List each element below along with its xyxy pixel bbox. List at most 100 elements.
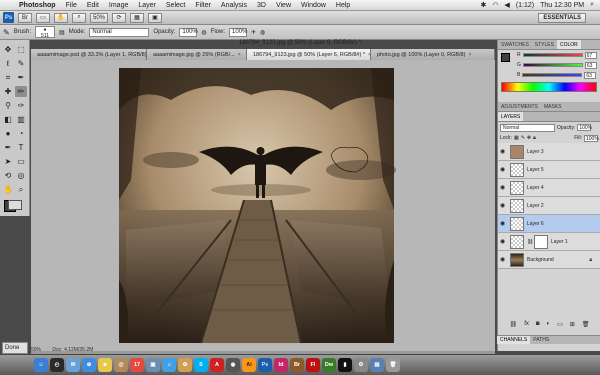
bridge-icon[interactable]: Br bbox=[290, 358, 304, 372]
layer-row[interactable]: ◉ Layer 2 bbox=[498, 197, 600, 215]
bluetooth-icon[interactable]: ✱ bbox=[480, 1, 486, 9]
layer-style-icon[interactable]: fx bbox=[524, 321, 529, 327]
layer-row[interactable]: ◉ Background 🔒︎ bbox=[498, 251, 600, 269]
status-zoom[interactable]: 50% bbox=[31, 347, 41, 353]
tab-masks[interactable]: MASKS bbox=[541, 102, 565, 111]
marquee-tool-icon[interactable]: ⬚ bbox=[15, 44, 27, 55]
ical-icon[interactable]: 17 bbox=[130, 358, 144, 372]
new-group-icon[interactable]: ▭ bbox=[557, 321, 563, 328]
eyedropper-tool-icon[interactable]: ✒ bbox=[15, 72, 27, 83]
zoom-level-select[interactable]: 50% bbox=[90, 12, 109, 23]
photoshop-dock-icon[interactable]: Ps bbox=[258, 358, 272, 372]
close-tab-icon[interactable]: × bbox=[468, 52, 471, 58]
preview-icon[interactable]: ▣ bbox=[146, 358, 160, 372]
menu-filter[interactable]: Filter bbox=[190, 2, 216, 9]
system-preferences-icon[interactable]: ⚙ bbox=[354, 358, 368, 372]
layer-opacity-input[interactable]: 100% bbox=[577, 124, 592, 131]
flow-input[interactable]: 100% bbox=[229, 27, 247, 37]
layer-row-selected[interactable]: ◉ Layer 6 bbox=[498, 215, 600, 233]
color-slider-g[interactable]: G 63 bbox=[514, 60, 600, 70]
shape-tool-icon[interactable]: ▭ bbox=[15, 156, 27, 167]
menu-window[interactable]: Window bbox=[296, 2, 331, 9]
menu-analysis[interactable]: Analysis bbox=[216, 2, 252, 9]
history-brush-tool-icon[interactable]: ✑ bbox=[15, 100, 27, 111]
dreamweaver-icon[interactable]: Dw bbox=[322, 358, 336, 372]
menubar-clock[interactable]: Thu 12:30 PM bbox=[540, 2, 584, 9]
lock-transparency-icon[interactable]: ▦ bbox=[514, 135, 519, 141]
applications-folder-icon[interactable]: ▤ bbox=[370, 358, 384, 372]
pen-tool-icon[interactable]: ✒ bbox=[2, 142, 14, 153]
link-layers-icon[interactable]: ⛓ bbox=[510, 321, 518, 328]
trash-icon[interactable]: 🗑︎ bbox=[386, 358, 400, 372]
ichat-icon[interactable]: ☻ bbox=[98, 358, 112, 372]
clone-stamp-tool-icon[interactable]: ⚲ bbox=[2, 100, 14, 111]
menu-help[interactable]: Help bbox=[331, 2, 355, 9]
indesign-icon[interactable]: Id bbox=[274, 358, 288, 372]
skype-icon[interactable]: S bbox=[194, 358, 208, 372]
screen-mode-button[interactable]: ▣ bbox=[148, 12, 163, 23]
tab-document-3[interactable]: 186794_9123.jpg @ 50% (Layer 6, RGB/8#) … bbox=[247, 49, 371, 60]
eraser-tool-icon[interactable]: ◧ bbox=[2, 114, 14, 125]
close-tab-icon[interactable]: × bbox=[238, 52, 241, 58]
path-select-tool-icon[interactable]: ➤ bbox=[2, 156, 14, 167]
lasso-tool-icon[interactable]: ℓ bbox=[2, 58, 14, 69]
tab-document-1[interactable]: aaaamimage.psd @ 33.3% (Layer 1, RGB/8)× bbox=[31, 49, 147, 60]
blend-mode-select[interactable]: Normal bbox=[500, 123, 555, 132]
mail-icon[interactable]: ✉ bbox=[66, 358, 80, 372]
color-slider-r[interactable]: R 67 bbox=[514, 50, 600, 60]
tab-document-2[interactable]: aaaamimage.jpg @ 25% (RGB/... × bbox=[147, 49, 247, 60]
layer-mask-thumbnail[interactable] bbox=[534, 234, 548, 249]
photo-booth-icon[interactable]: ◉ bbox=[226, 358, 240, 372]
delete-layer-icon[interactable]: 🗑︎ bbox=[582, 321, 590, 328]
finder-icon[interactable]: ☺ bbox=[34, 358, 48, 372]
lock-all-icon[interactable]: 🔒︎ bbox=[533, 135, 536, 141]
spotlight-icon[interactable]: ⌕ bbox=[590, 1, 594, 9]
iphoto-icon[interactable]: ✿ bbox=[178, 358, 192, 372]
adjustment-layer-icon[interactable]: ◐ bbox=[546, 321, 550, 327]
layer-row[interactable]: ◉ Layer 3 bbox=[498, 143, 600, 161]
visibility-eye-icon[interactable]: ◉ bbox=[500, 256, 507, 263]
layer-row[interactable]: ◉ ⛓ Layer 1 bbox=[498, 233, 600, 251]
tab-color[interactable]: COLOR bbox=[556, 40, 581, 49]
g-slider-track[interactable] bbox=[522, 63, 583, 67]
add-mask-icon[interactable]: ◙ bbox=[536, 321, 540, 327]
mode-select[interactable]: Normal bbox=[89, 27, 150, 37]
hand-tool-button[interactable]: ✋ bbox=[54, 12, 68, 23]
dodge-tool-icon[interactable]: ◔ bbox=[15, 128, 27, 139]
airbrush-icon[interactable]: ✈ bbox=[251, 29, 256, 36]
menu-app-name[interactable]: Photoshop bbox=[14, 2, 61, 9]
brush-tool-icon[interactable]: ✏ bbox=[15, 86, 27, 97]
hand-tool-icon[interactable]: ✋ bbox=[2, 184, 14, 195]
b-value[interactable]: 63 bbox=[584, 71, 597, 79]
zoom-tool-button[interactable]: ⌕ bbox=[72, 12, 86, 23]
wifi-icon[interactable]: ◠ bbox=[492, 1, 498, 9]
view-extras-button[interactable]: ▭ bbox=[36, 12, 50, 23]
canvas-workspace[interactable] bbox=[31, 60, 495, 351]
3d-orbit-tool-icon[interactable]: ◎ bbox=[15, 170, 27, 181]
menu-layer[interactable]: Layer bbox=[133, 2, 161, 9]
acrobat-icon[interactable]: A bbox=[210, 358, 224, 372]
visibility-eye-icon[interactable]: ◉ bbox=[500, 220, 507, 227]
blur-tool-icon[interactable]: ● bbox=[2, 128, 14, 139]
quick-select-tool-icon[interactable]: ✎ bbox=[15, 58, 27, 69]
tab-layers[interactable]: LAYERS bbox=[498, 112, 524, 121]
flash-icon[interactable]: Fl bbox=[306, 358, 320, 372]
brush-tool-preset-icon[interactable]: ✎ bbox=[3, 28, 10, 37]
visibility-eye-icon[interactable]: ◉ bbox=[500, 238, 507, 245]
menu-image[interactable]: Image bbox=[104, 2, 133, 9]
tab-styles[interactable]: STYLES bbox=[532, 40, 557, 49]
itunes-icon[interactable]: ♫ bbox=[162, 358, 176, 372]
tab-swatches[interactable]: SWATCHES bbox=[498, 40, 532, 49]
type-tool-icon[interactable]: T bbox=[15, 142, 27, 153]
toggle-brushes-panel-icon[interactable]: ▤ bbox=[59, 29, 65, 36]
layer-row[interactable]: ◉ Layer 4 bbox=[498, 179, 600, 197]
bridge-button[interactable]: Br bbox=[18, 12, 32, 23]
menu-file[interactable]: File bbox=[61, 2, 82, 9]
tab-paths[interactable]: PATHS bbox=[530, 336, 552, 344]
layer-row[interactable]: ◉ Layer 5 bbox=[498, 161, 600, 179]
lock-pixels-icon[interactable]: ✎ bbox=[521, 135, 525, 141]
new-layer-icon[interactable]: ⊞ bbox=[570, 321, 575, 328]
visibility-eye-icon[interactable]: ◉ bbox=[500, 202, 507, 209]
terminal-icon[interactable]: ▮ bbox=[338, 358, 352, 372]
pressure-opacity-icon[interactable]: ◍ bbox=[201, 29, 206, 36]
